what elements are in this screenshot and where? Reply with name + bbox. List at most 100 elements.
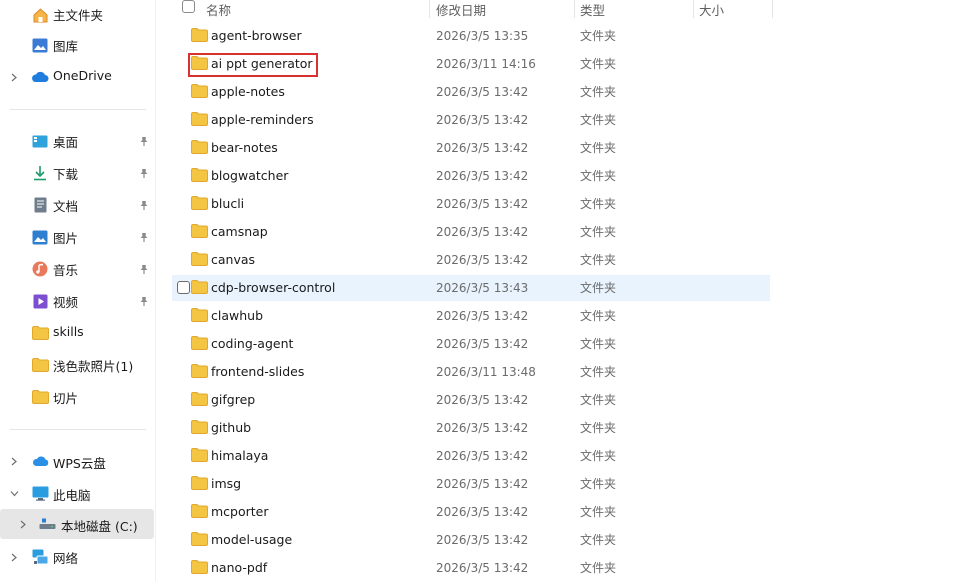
folder-icon xyxy=(191,196,208,211)
table-row[interactable]: apple-reminders 2026/3/5 13:42 文件夹 xyxy=(172,107,770,133)
file-date: 2026/3/5 13:42 xyxy=(436,449,529,463)
table-row[interactable]: canvas 2026/3/5 13:42 文件夹 xyxy=(172,247,770,273)
file-name[interactable]: cdp-browser-control xyxy=(211,275,335,301)
table-row[interactable]: gifgrep 2026/3/5 13:42 文件夹 xyxy=(172,387,770,413)
file-date: 2026/3/5 13:42 xyxy=(436,309,529,323)
sidebar-item-wps-cloud[interactable]: WPS云盘 xyxy=(0,446,154,476)
column-separator[interactable] xyxy=(574,0,575,18)
column-header-date[interactable]: 修改日期 xyxy=(436,0,486,18)
sidebar-item-this-pc[interactable]: 此电脑 xyxy=(0,478,154,508)
folder-icon xyxy=(191,168,208,183)
file-name[interactable]: camsnap xyxy=(211,219,268,245)
sidebar-item-network[interactable]: 网络 xyxy=(0,542,154,572)
file-date: 2026/3/5 13:35 xyxy=(436,29,529,43)
folder-icon xyxy=(191,532,208,547)
file-name[interactable]: gifgrep xyxy=(211,387,255,413)
sidebar-item-desktop[interactable]: 桌面 xyxy=(0,126,154,156)
file-name[interactable]: model-usage xyxy=(211,527,292,553)
table-row[interactable]: model-usage 2026/3/5 13:42 文件夹 xyxy=(172,527,770,553)
column-separator[interactable] xyxy=(772,0,773,18)
file-name[interactable]: apple-reminders xyxy=(211,107,314,133)
table-row[interactable]: blucli 2026/3/5 13:42 文件夹 xyxy=(172,191,770,217)
sidebar-item-videos[interactable]: 视频 xyxy=(0,286,154,316)
sidebar-item-slices[interactable]: 切片 xyxy=(0,382,154,412)
file-name[interactable]: bear-notes xyxy=(211,135,278,161)
column-separator[interactable] xyxy=(693,0,694,18)
pin-icon[interactable] xyxy=(138,231,150,243)
file-date: 2026/3/11 13:48 xyxy=(436,365,536,379)
sidebar-item-label: skills xyxy=(53,324,84,339)
chevron-down-icon[interactable] xyxy=(9,488,19,498)
row-checkbox[interactable] xyxy=(177,281,190,294)
file-type: 文件夹 xyxy=(580,309,617,323)
sidebar-item-music[interactable]: 音乐 xyxy=(0,254,154,284)
sidebar-item-documents[interactable]: 文档 xyxy=(0,190,154,220)
sidebar-item-label: 视频 xyxy=(53,295,79,310)
sidebar-item-light-photos[interactable]: 浅色款照片(1) xyxy=(0,350,154,380)
table-row[interactable]: cdp-browser-control 2026/3/5 13:43 文件夹 xyxy=(172,275,770,301)
file-name[interactable]: blogwatcher xyxy=(211,163,288,189)
table-row[interactable]: himalaya 2026/3/5 13:42 文件夹 xyxy=(172,443,770,469)
table-row[interactable]: clawhub 2026/3/5 13:42 文件夹 xyxy=(172,303,770,329)
sidebar-item-skills[interactable]: skills xyxy=(0,318,154,348)
folder-icon xyxy=(191,308,208,323)
sidebar-item-home[interactable]: 主文件夹 xyxy=(0,0,154,30)
file-name[interactable]: coding-agent xyxy=(211,331,293,357)
table-row[interactable]: camsnap 2026/3/5 13:42 文件夹 xyxy=(172,219,770,245)
sidebar-item-local-disk[interactable]: 本地磁盘 (C:) xyxy=(0,509,154,539)
file-date: 2026/3/5 13:42 xyxy=(436,253,529,267)
column-header-size[interactable]: 大小 xyxy=(699,0,724,18)
home-icon xyxy=(31,6,49,24)
sidebar-item-pictures[interactable]: 图片 xyxy=(0,222,154,252)
file-name[interactable]: canvas xyxy=(211,247,255,273)
sidebar-item-label: OneDrive xyxy=(53,68,112,83)
column-separator[interactable] xyxy=(429,0,430,18)
file-date: 2026/3/5 13:42 xyxy=(436,393,529,407)
file-name[interactable]: himalaya xyxy=(211,443,268,469)
folder-icon xyxy=(191,224,208,239)
file-name[interactable]: github xyxy=(211,415,251,441)
pin-icon[interactable] xyxy=(138,295,150,307)
pin-icon[interactable] xyxy=(138,263,150,275)
table-row[interactable]: frontend-slides 2026/3/11 13:48 文件夹 xyxy=(172,359,770,385)
pin-icon[interactable] xyxy=(138,167,150,179)
file-type: 文件夹 xyxy=(580,561,617,575)
table-row[interactable]: agent-browser 2026/3/5 13:35 文件夹 xyxy=(172,23,770,49)
table-row[interactable]: nano-pdf 2026/3/5 13:42 文件夹 xyxy=(172,555,770,581)
file-type: 文件夹 xyxy=(580,253,617,267)
table-row[interactable]: blogwatcher 2026/3/5 13:42 文件夹 xyxy=(172,163,770,189)
table-row[interactable]: bear-notes 2026/3/5 13:42 文件夹 xyxy=(172,135,770,161)
file-name[interactable]: imsg xyxy=(211,471,241,497)
file-name[interactable]: clawhub xyxy=(211,303,263,329)
file-name[interactable]: mcporter xyxy=(211,499,269,525)
sidebar-item-label: 本地磁盘 (C:) xyxy=(61,519,138,534)
file-name[interactable]: blucli xyxy=(211,191,244,217)
column-header-name[interactable]: 名称 xyxy=(206,0,231,18)
file-list-pane: 名称 修改日期 类型 大小 agent-browser 2026/3/5 13:3… xyxy=(156,0,974,581)
file-type: 文件夹 xyxy=(580,197,617,211)
table-row[interactable]: imsg 2026/3/5 13:42 文件夹 xyxy=(172,471,770,497)
table-row[interactable]: coding-agent 2026/3/5 13:42 文件夹 xyxy=(172,331,770,357)
file-name[interactable]: frontend-slides xyxy=(211,359,304,385)
chevron-right-icon[interactable] xyxy=(9,72,19,82)
pin-icon[interactable] xyxy=(138,135,150,147)
table-row[interactable]: ai ppt generator 2026/3/11 14:16 文件夹 xyxy=(172,51,770,77)
sidebar-item-gallery[interactable]: 图库 xyxy=(0,30,154,60)
table-row[interactable]: apple-notes 2026/3/5 13:42 文件夹 xyxy=(172,79,770,105)
sidebar-item-onedrive[interactable]: OneDrive xyxy=(0,62,154,92)
chevron-right-icon[interactable] xyxy=(18,519,28,529)
file-name[interactable]: agent-browser xyxy=(211,23,302,49)
file-date: 2026/3/5 13:42 xyxy=(436,169,529,183)
select-all-checkbox[interactable] xyxy=(182,0,195,13)
file-name[interactable]: ai ppt generator xyxy=(211,51,313,77)
chevron-right-icon[interactable] xyxy=(9,456,19,466)
file-name[interactable]: apple-notes xyxy=(211,79,285,105)
table-row[interactable]: mcporter 2026/3/5 13:42 文件夹 xyxy=(172,499,770,525)
folder-icon xyxy=(31,388,49,406)
file-name[interactable]: nano-pdf xyxy=(211,555,267,581)
pin-icon[interactable] xyxy=(138,199,150,211)
table-row[interactable]: github 2026/3/5 13:42 文件夹 xyxy=(172,415,770,441)
chevron-right-icon[interactable] xyxy=(9,552,19,562)
sidebar-item-downloads[interactable]: 下载 xyxy=(0,158,154,188)
column-header-type[interactable]: 类型 xyxy=(580,0,605,18)
